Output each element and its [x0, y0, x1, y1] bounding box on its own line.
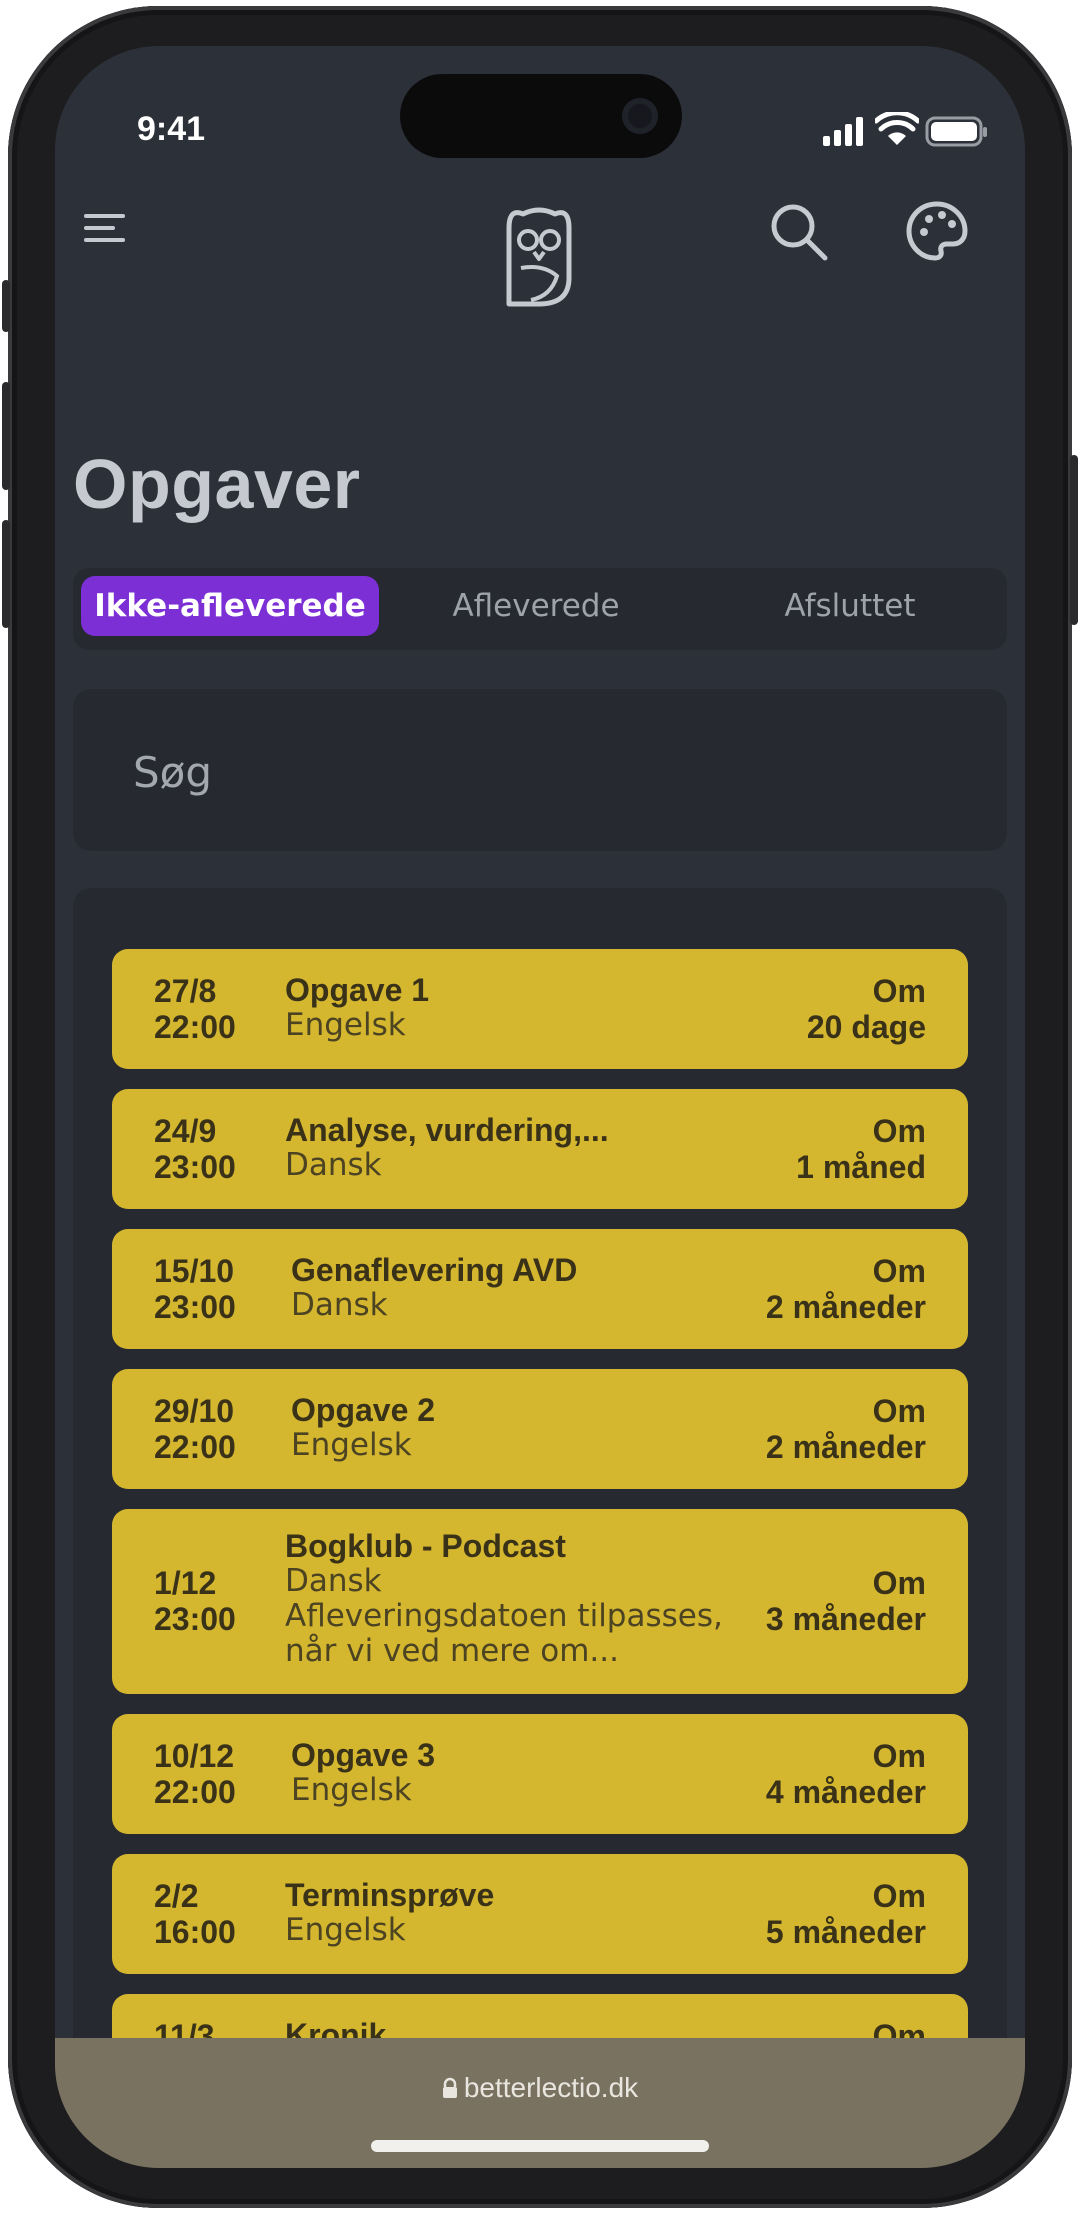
url-text: betterlectio.dk: [463, 2072, 639, 2103]
palette-icon[interactable]: [905, 200, 969, 264]
assignment-due: Om 1 måned: [796, 1113, 926, 1185]
assignment-info: Genaflevering AVD Dansk: [291, 1253, 577, 1323]
assignment-info: Opgave 1 Engelsk: [285, 973, 429, 1043]
assignment-due: Om 5 måneder: [765, 1878, 926, 1950]
assignment-card[interactable]: 10/12 22:00 Opgave 3 Engelsk Om 4 måneder: [112, 1714, 968, 1834]
page-title: Opgaver: [73, 445, 361, 523]
assignment-card[interactable]: 27/8 22:00 Opgave 1 Engelsk Om 20 dage: [112, 949, 968, 1069]
assignment-subject: Engelsk: [285, 1007, 406, 1043]
assignment-card[interactable]: 1/12 23:00 Bogklub - Podcast Dansk Afleve…: [112, 1509, 968, 1694]
search-box: [73, 689, 1007, 851]
battery-icon: [925, 116, 987, 147]
assignment-due: Om 20 dage: [806, 973, 926, 1045]
cellular-signal-icon: [823, 117, 863, 146]
home-indicator[interactable]: [371, 2140, 709, 2152]
assignment-info: Bogklub - Podcast Dansk Afleveringsdatoe…: [285, 1529, 725, 1669]
assignment-title: Opgave 1: [285, 972, 430, 1008]
dynamic-island: [400, 74, 682, 158]
assignment-date: 10/12 22:00: [154, 1738, 236, 1810]
wifi-icon: [875, 112, 919, 145]
assignment-date: 29/10 22:00: [154, 1393, 236, 1465]
owl-logo-icon[interactable]: [501, 204, 577, 310]
assignment-card[interactable]: 15/10 23:00 Genaflevering AVD Dansk Om 2 m…: [112, 1229, 968, 1349]
assignment-info: Terminsprøve Engelsk: [285, 1878, 494, 1948]
volume-up-button: [2, 382, 10, 490]
assignment-info: Analyse, vurdering,... Dansk: [285, 1113, 609, 1183]
assignment-title: Genaflevering AVD: [291, 1252, 578, 1288]
assignment-subject: Engelsk: [285, 1912, 406, 1948]
volume-down-button: [2, 520, 10, 628]
camera-icon: [622, 98, 658, 134]
assignment-title: Opgave 3: [291, 1737, 436, 1773]
assignment-subject: Dansk: [291, 1287, 388, 1323]
assignment-card[interactable]: 2/2 16:00 Terminsprøve Engelsk Om 5 månede…: [112, 1854, 968, 1974]
assignment-due: Om 2 måneder: [765, 1253, 926, 1325]
address-bar[interactable]: betterlectio.dk: [55, 2072, 1025, 2104]
assignment-due: Om 3 måneder: [765, 1565, 926, 1637]
tab-bar: Ikke-afleverede Afleverede Afsluttet: [73, 568, 1007, 650]
assignment-info: Opgave 3 Engelsk: [291, 1738, 435, 1808]
lock-icon: [442, 2077, 457, 2098]
assignment-card[interactable]: 29/10 22:00 Opgave 2 Engelsk Om 2 måneder: [112, 1369, 968, 1489]
assignment-title: Bogklub - Podcast: [285, 1528, 566, 1564]
assignment-date: 2/2 16:00: [154, 1878, 236, 1950]
tab-ikke-afleverede[interactable]: Ikke-afleverede: [81, 576, 379, 636]
assignment-date: 1/12 23:00: [154, 1565, 236, 1637]
tab-afleverede[interactable]: Afleverede: [379, 576, 693, 636]
status-time: 9:41: [137, 110, 206, 148]
assignment-date: 15/10 23:00: [154, 1253, 236, 1325]
search-input[interactable]: [131, 741, 955, 803]
menu-icon[interactable]: [83, 210, 133, 250]
tab-afsluttet[interactable]: Afsluttet: [693, 576, 1007, 636]
assignment-subject: Engelsk: [291, 1427, 412, 1463]
action-button: [2, 280, 10, 332]
assignment-title: Analyse, vurdering,...: [285, 1112, 609, 1148]
assignment-due: Om 2 måneder: [765, 1393, 926, 1465]
assignment-due: Om 4 måneder: [765, 1738, 926, 1810]
assignment-title: Opgave 2: [291, 1392, 436, 1428]
assignment-date: 27/8 22:00: [154, 973, 236, 1045]
assignment-note: Afleveringsdatoen tilpasses, når vi ved …: [285, 1598, 723, 1669]
status-icons: [821, 112, 991, 148]
assignment-info: Opgave 2 Engelsk: [291, 1393, 435, 1463]
browser-bottom-bar: betterlectio.dk: [55, 2038, 1025, 2168]
assignment-subject: Dansk: [285, 1563, 382, 1599]
search-icon[interactable]: [767, 200, 831, 264]
assignment-subject: Dansk: [285, 1147, 382, 1183]
screen: 9:41 Opgaver Ikke-afleverede Afleverede …: [55, 46, 1025, 2168]
power-button: [1070, 455, 1078, 625]
assignment-title: Terminsprøve: [285, 1877, 495, 1913]
assignment-subject: Engelsk: [291, 1772, 412, 1808]
assignment-card[interactable]: 24/9 23:00 Analyse, vurdering,... Dansk O…: [112, 1089, 968, 1209]
assignment-date: 24/9 23:00: [154, 1113, 236, 1185]
